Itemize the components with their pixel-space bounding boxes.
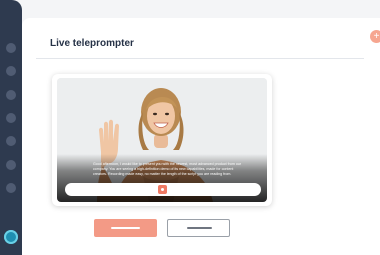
secondary-button[interactable] — [167, 219, 230, 237]
user-avatar-icon[interactable] — [4, 230, 18, 244]
sidebar-item-6[interactable] — [6, 160, 16, 170]
add-button[interactable]: + — [370, 30, 380, 43]
title-divider — [36, 58, 364, 59]
teleprompter-preview-card: Good afternoon, I would like to present … — [52, 74, 272, 206]
sidebar-item-5[interactable] — [6, 136, 16, 146]
teleprompter-script: Good afternoon, I would like to present … — [93, 162, 242, 176]
primary-button-label — [111, 227, 140, 229]
recording-control-bar[interactable] — [65, 183, 261, 196]
sidebar-item-4[interactable] — [6, 113, 16, 123]
record-dot — [161, 188, 164, 191]
sidebar-item-2[interactable] — [6, 66, 16, 76]
sidebar-item-1[interactable] — [6, 43, 16, 53]
sidebar-item-7[interactable] — [6, 183, 16, 193]
record-icon[interactable] — [158, 185, 167, 194]
secondary-button-label — [187, 227, 212, 229]
page-title: Live teleprompter — [50, 38, 134, 49]
app-window: + Live teleprompter Good afternoon, I wo… — [0, 0, 380, 255]
primary-button[interactable] — [94, 219, 157, 237]
sidebar-rail — [0, 0, 22, 255]
camera-preview: Good afternoon, I would like to present … — [57, 78, 267, 202]
sidebar-item-3[interactable] — [6, 90, 16, 100]
